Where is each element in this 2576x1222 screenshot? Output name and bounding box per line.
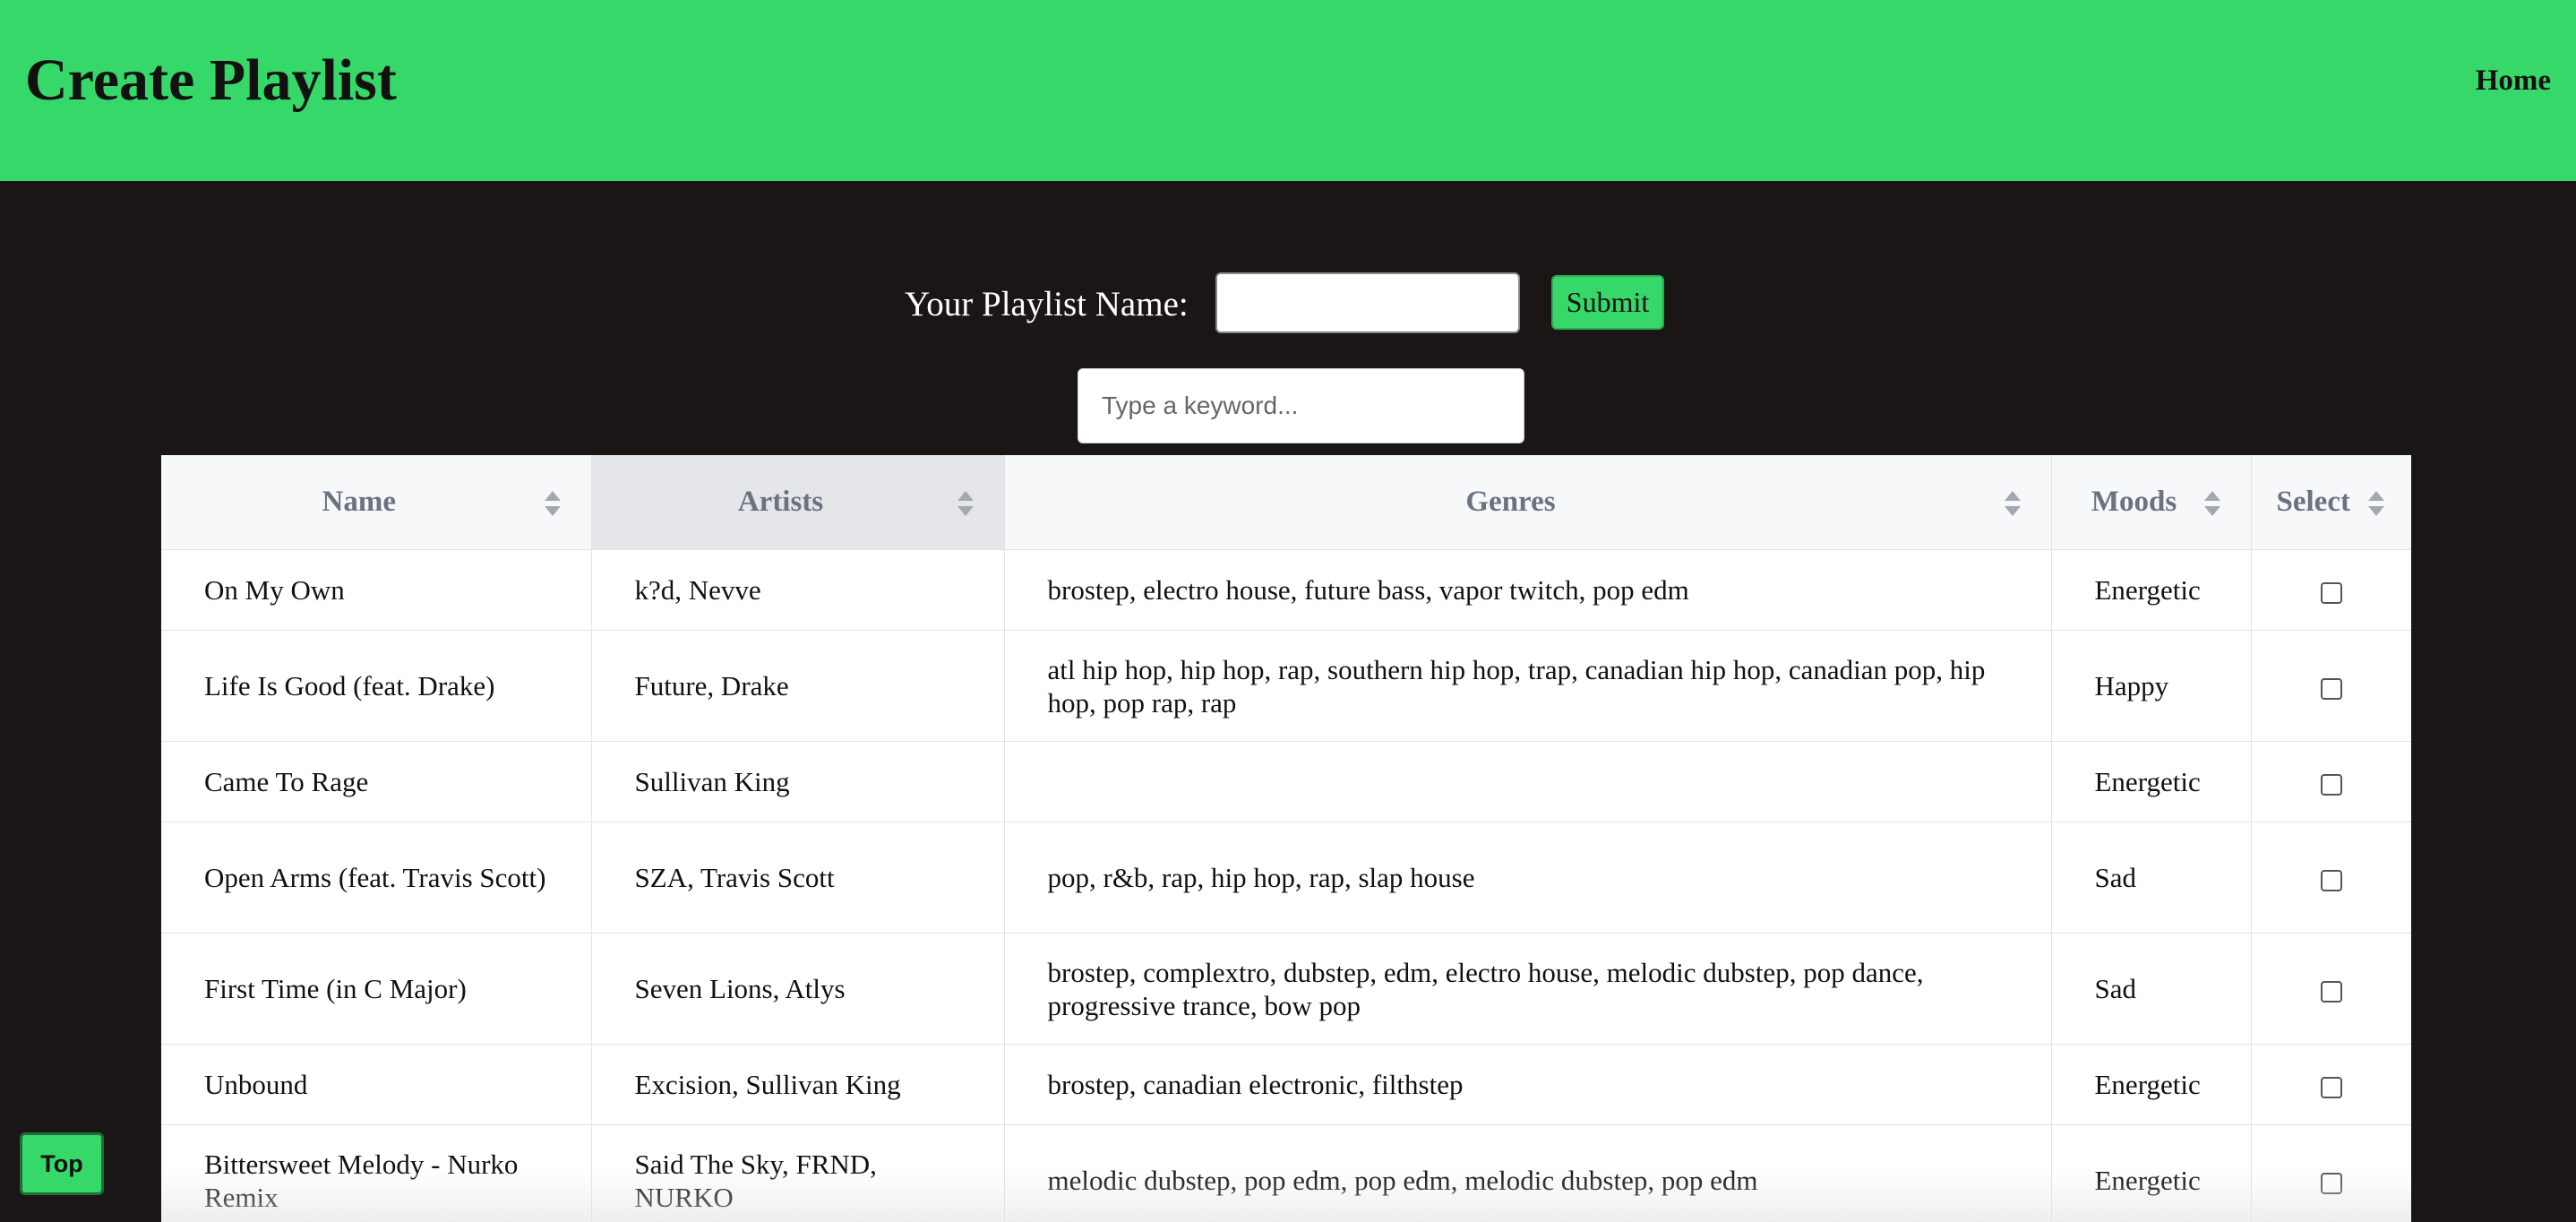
select-checkbox[interactable] [2320,869,2342,891]
song-artists-cell: Excision, Sullivan King [591,1044,1005,1125]
select-cell [2251,1044,2411,1125]
table-row: Came To Rage Sullivan King Energetic [161,741,2411,822]
playlist-name-label: Your Playlist Name: [905,285,1189,323]
page-title: Create Playlist [25,47,397,113]
song-mood-cell: Energetic [2051,1044,2252,1125]
select-checkbox[interactable] [2320,773,2342,796]
song-mood-cell: Energetic [2051,741,2252,822]
song-mood-cell: Energetic [2051,549,2252,631]
sort-icon [2203,491,2220,516]
column-header-select[interactable]: Select [2251,455,2411,550]
song-name-cell: First Time (in C Major) [161,933,592,1045]
song-mood-cell: Sad [2051,822,2252,934]
select-checkbox[interactable] [2320,1076,2342,1098]
select-checkbox[interactable] [2320,581,2342,604]
song-artists-cell: Seven Lions, Atlys [591,933,1005,1045]
column-header-moods[interactable]: Moods [2051,455,2252,550]
song-genres-cell: melodic dubstep, pop edm, pop edm, melod… [1004,1124,2052,1222]
select-cell [2251,1124,2411,1222]
table-header-row: Name Artists Genres Moods Select [161,455,2411,550]
playlist-name-input[interactable] [1215,272,1520,333]
table-row: Open Arms (feat. Travis Scott) SZA, Trav… [161,822,2411,934]
select-checkbox[interactable] [2320,677,2342,700]
song-genres-cell [1004,741,2052,822]
song-artists-cell: k?d, Nevve [591,549,1005,631]
select-cell [2251,822,2411,934]
song-name-cell: Unbound [161,1044,592,1125]
table-row: Unbound Excision, Sullivan King brostep,… [161,1044,2411,1125]
home-link[interactable]: Home [2476,59,2551,102]
select-cell [2251,549,2411,631]
select-checkbox[interactable] [2320,980,2342,1003]
column-header-label: Name [322,486,396,518]
select-checkbox[interactable] [2320,1172,2342,1194]
song-name-cell: On My Own [161,549,592,631]
column-header-name[interactable]: Name [161,455,592,550]
table-row: Bittersweet Melody - Nurko Remix Said Th… [161,1124,2411,1222]
song-mood-cell: Happy [2051,630,2252,742]
column-header-artists[interactable]: Artists [591,455,1005,550]
song-mood-cell: Energetic [2051,1124,2252,1222]
select-cell [2251,933,2411,1045]
song-genres-cell: brostep, complextro, dubstep, edm, elect… [1004,933,2052,1045]
sort-icon [544,491,561,516]
song-artists-cell: Said The Sky, FRND, NURKO [591,1124,1005,1222]
sort-icon [2004,491,2021,516]
column-header-genres[interactable]: Genres [1004,455,2052,550]
song-genres-cell: brostep, canadian electronic, filthstep [1004,1044,2052,1125]
playlist-name-form: Your Playlist Name: Submit [0,269,2576,340]
song-artists-cell: Future, Drake [591,630,1005,742]
song-name-cell: Life Is Good (feat. Drake) [161,630,592,742]
select-cell [2251,630,2411,742]
column-header-label: Artists [737,486,824,518]
song-genres-cell: brostep, electro house, future bass, vap… [1004,549,2052,631]
song-mood-cell: Sad [2051,933,2252,1045]
song-name-cell: Open Arms (feat. Travis Scott) [161,822,592,934]
sort-icon [957,491,974,516]
table-row: First Time (in C Major) Seven Lions, Atl… [161,933,2411,1045]
song-artists-cell: Sullivan King [591,741,1005,822]
column-header-label: Moods [2091,486,2177,518]
select-cell [2251,741,2411,822]
song-genres-cell: pop, r&b, rap, hip hop, rap, slap house [1004,822,2052,934]
scroll-to-top-button[interactable]: Top [20,1132,104,1195]
song-genres-cell: atl hip hop, hip hop, rap, southern hip … [1004,630,2052,742]
keyword-search-input[interactable] [1078,368,1524,443]
song-name-cell: Bittersweet Melody - Nurko Remix [161,1124,592,1222]
submit-button[interactable]: Submit [1551,275,1664,330]
column-header-label: Select [2276,486,2350,518]
column-header-label: Genres [1465,486,1556,518]
table-row: Life Is Good (feat. Drake) Future, Drake… [161,630,2411,742]
app-header: Create Playlist Home [0,0,2576,181]
sort-icon [2368,491,2384,516]
songs-table-container: Name Artists Genres Moods Select On My O… [161,455,2411,1222]
songs-table: Name Artists Genres Moods Select On My O… [161,455,2411,1222]
song-name-cell: Came To Rage [161,741,592,822]
table-row: On My Own k?d, Nevve brostep, electro ho… [161,549,2411,631]
song-artists-cell: SZA, Travis Scott [591,822,1005,934]
